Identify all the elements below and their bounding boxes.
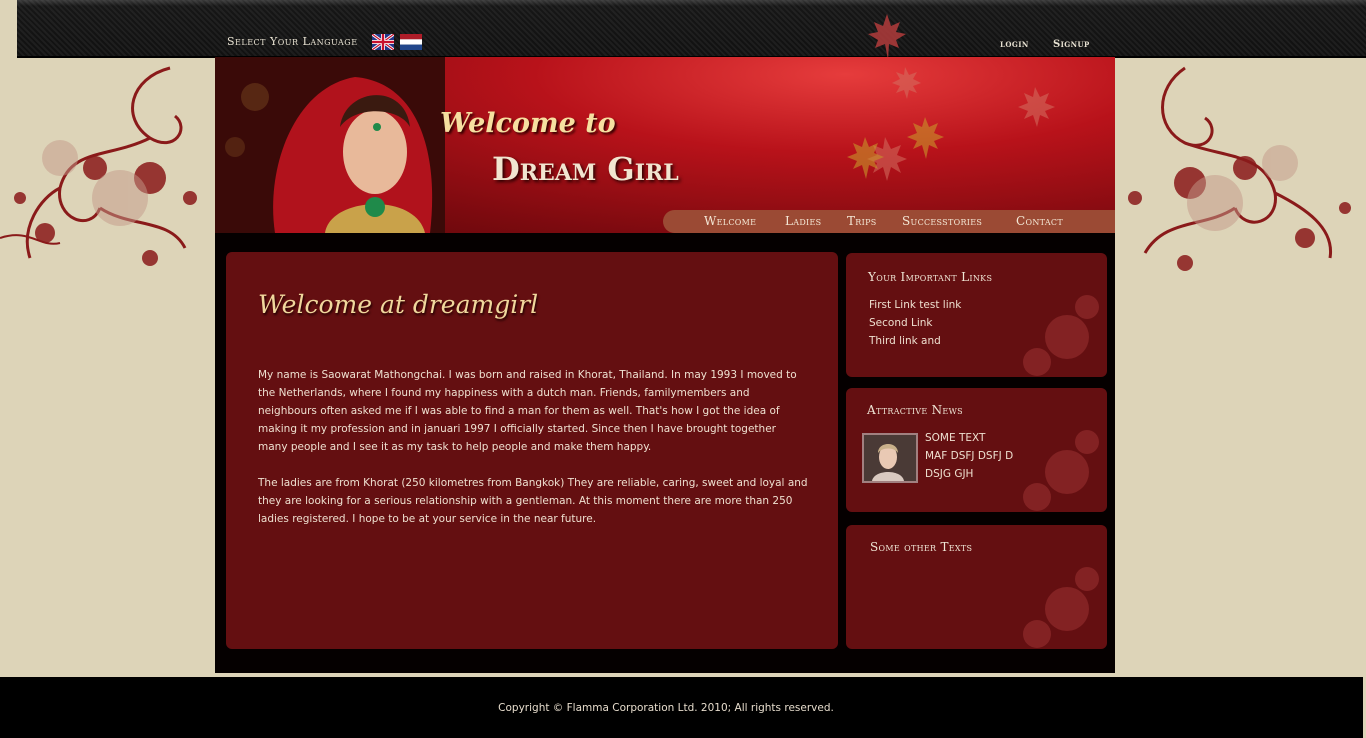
maple-leaf-icon — [868, 14, 906, 60]
nav-item-welcome[interactable]: Welcome — [704, 214, 756, 228]
language-label: Select Your Language — [227, 35, 358, 48]
flower-decoration — [1023, 430, 1099, 511]
main-nav: Welcome Ladies Trips Successtories Conta… — [663, 210, 1115, 233]
nav-item-contact[interactable]: Contact — [1016, 214, 1063, 228]
welcome-to-heading: Welcome to — [440, 108, 616, 139]
important-link-1[interactable]: First Link test link — [869, 299, 961, 311]
news-line-3: DSJG GJH — [925, 468, 974, 480]
site-name-heading: Dream Girl — [492, 150, 679, 188]
important-link-3[interactable]: Third link and — [869, 335, 941, 347]
copyright-text: Copyright © Flamma Corporation Ltd. 2010… — [498, 702, 834, 714]
important-links-title: Your Important Links — [868, 270, 993, 284]
other-texts-title: Some other Texts — [870, 540, 973, 554]
floral-ornament-right — [1128, 66, 1351, 271]
netherlands-flag-icon[interactable] — [400, 34, 422, 50]
header-banner: Welcome to Dream Girl — [215, 57, 1115, 233]
nav-item-trips[interactable]: Trips — [847, 214, 877, 228]
bride-portrait-image — [215, 57, 445, 233]
news-line-2: MAF DSFJ DSFJ D — [925, 450, 1014, 462]
news-thumbnail-image[interactable] — [862, 433, 918, 483]
ladies-paragraph: The ladies are from Khorat (250 kilometr… — [258, 477, 808, 525]
attractive-news-title: Attractive News — [867, 403, 963, 417]
flower-decoration — [1023, 295, 1099, 376]
leaves-decoration — [847, 67, 1055, 181]
top-bar — [17, 0, 1366, 58]
intro-paragraph: My name is Saowarat Mathongchai. I was b… — [258, 369, 797, 453]
flower-decoration — [1023, 567, 1099, 648]
nav-item-successtories[interactable]: Successtories — [902, 214, 982, 228]
news-line-1: SOME TEXT — [925, 432, 986, 444]
nav-item-ladies[interactable]: Ladies — [785, 214, 821, 228]
main-title: Welcome at dreamgirl — [258, 290, 539, 319]
important-link-2[interactable]: Second Link — [869, 317, 932, 329]
signup-link[interactable]: Signup — [1053, 39, 1090, 50]
floral-ornament-left — [0, 66, 197, 266]
uk-flag-icon[interactable] — [372, 34, 394, 50]
login-link[interactable]: login — [1000, 39, 1029, 50]
